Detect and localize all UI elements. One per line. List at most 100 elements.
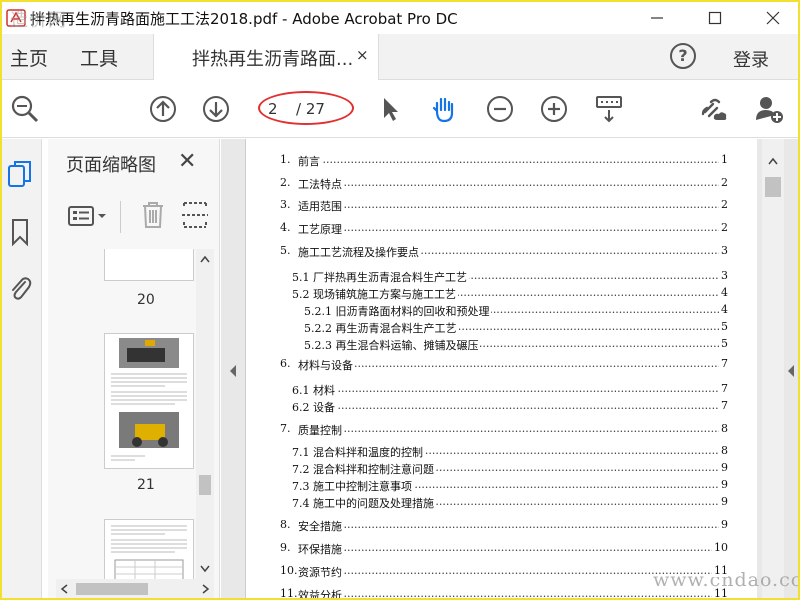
- toc-entry[interactable]: 1.......................................…: [246, 153, 757, 173]
- toc-entry-page: 7: [719, 399, 728, 412]
- document-tab[interactable]: 拌热再生沥青路面... ×: [153, 34, 379, 80]
- toc-entry[interactable]: 3.......................................…: [246, 198, 757, 218]
- scroll-thumb[interactable]: [199, 475, 211, 495]
- help-icon[interactable]: ?: [670, 43, 696, 69]
- toc-entry-title: 7.4 施工中的问题及处理措施: [292, 495, 436, 511]
- scroll-down-icon[interactable]: [200, 565, 210, 573]
- collapse-left-panel-icon[interactable]: [229, 364, 237, 378]
- toc-entry-page: 8: [719, 422, 728, 435]
- toc-entry-title: 5.2 现场铺筑施工方案与施工工艺: [292, 286, 458, 302]
- share-link-icon[interactable]: [699, 94, 729, 124]
- document-page: 1.......................................…: [245, 139, 757, 600]
- keyboard-scroll-icon[interactable]: [594, 94, 624, 124]
- previous-page-icon[interactable]: [148, 94, 178, 124]
- thumbnail-options-icon[interactable]: [68, 205, 112, 227]
- zoom-search-icon[interactable]: [10, 94, 40, 124]
- toc-entry-title: 安全措施: [298, 518, 344, 534]
- toc-entry-title: 7.2 混合料拌和控制注意问题: [292, 461, 436, 477]
- toc-entry-page: 4: [719, 303, 728, 316]
- toc-entry-title: 5.2.3 再生混合料运输、摊铺及碾压: [304, 337, 481, 353]
- thumbnail-page[interactable]: [104, 333, 194, 469]
- toc-entry[interactable]: ........................................…: [246, 337, 757, 357]
- toc-leader-dots: ........................................…: [298, 357, 722, 370]
- bookmark-icon[interactable]: [7, 217, 33, 247]
- close-window-button[interactable]: [750, 2, 796, 34]
- scroll-left-icon[interactable]: [60, 584, 68, 594]
- scroll-up-icon[interactable]: [200, 255, 210, 263]
- toc-entry[interactable]: ........................................…: [246, 495, 757, 515]
- page-extract-icon[interactable]: [182, 201, 208, 229]
- toc-entry-title: 前言: [298, 153, 322, 169]
- toc-entry-page: 2: [719, 198, 728, 211]
- scroll-thumb[interactable]: [76, 583, 148, 595]
- toc-entry-page: 9: [719, 495, 728, 508]
- toc-leader-dots: ........................................…: [298, 518, 722, 531]
- toc-entry-number: 7.: [280, 422, 291, 435]
- delete-page-icon[interactable]: [141, 201, 165, 229]
- toc-entry-title: 5.2.1 旧沥青路面材料的回收和预处理: [304, 303, 492, 319]
- thumbnail-scrollbar-vertical[interactable]: [196, 249, 214, 579]
- panel-title: 页面缩略图: [66, 155, 156, 176]
- attachment-icon[interactable]: [7, 272, 33, 302]
- toc-entry-number: 10.: [280, 564, 298, 577]
- panel-close-icon[interactable]: ✕: [178, 149, 196, 174]
- thumbnail-page[interactable]: [104, 519, 194, 579]
- toc-entry-number: 9.: [280, 541, 291, 554]
- hand-tool-icon[interactable]: [429, 94, 459, 124]
- login-button[interactable]: 登录: [733, 46, 769, 72]
- toc-entry[interactable]: 8.......................................…: [246, 518, 757, 538]
- toc-entry-title: 环保措施: [298, 541, 344, 557]
- app-window: 拌热再生沥青路面施工工法2018.pdf - Adobe Acrobat Pro…: [0, 0, 800, 600]
- toc-entry[interactable]: 7.......................................…: [246, 422, 757, 442]
- toc-entry-number: 4.: [280, 221, 291, 234]
- toc-leader-dots: ........................................…: [292, 382, 722, 395]
- toc-entry[interactable]: 11......................................…: [246, 587, 757, 600]
- document-scrollbar[interactable]: [762, 139, 784, 598]
- toc-entry-number: 1.: [280, 153, 291, 166]
- toc-entry[interactable]: 4.......................................…: [246, 221, 757, 241]
- highlight-ellipse: [258, 91, 354, 125]
- thumbnails-panel: 页面缩略图 ✕ 20 21: [48, 139, 220, 598]
- toc-entry[interactable]: 2.......................................…: [246, 176, 757, 196]
- thumbnail-list: 20 21: [48, 249, 196, 579]
- page-thumbnails-icon[interactable]: [7, 159, 33, 189]
- scroll-right-icon[interactable]: [202, 584, 210, 594]
- toc-entry-number: 2.: [280, 176, 291, 189]
- scroll-up-icon[interactable]: [768, 157, 778, 165]
- toc-entry[interactable]: 6.......................................…: [246, 357, 757, 377]
- toc-entry-number: 3.: [280, 198, 291, 211]
- toc-entry-page: 9: [719, 461, 728, 474]
- thumbnail-page-preview: [111, 525, 187, 579]
- toc-entry-title: 5.2.2 再生沥青混合料生产工艺: [304, 320, 459, 336]
- expand-right-panel-icon[interactable]: [787, 364, 795, 378]
- zoom-in-icon[interactable]: [539, 94, 569, 124]
- maximize-button[interactable]: [692, 2, 738, 34]
- next-page-icon[interactable]: [201, 94, 231, 124]
- toc-leader-dots: ........................................…: [298, 564, 722, 577]
- thumbnail-page[interactable]: [104, 249, 194, 281]
- zoom-out-icon[interactable]: [485, 94, 515, 124]
- document-view: 1.......................................…: [221, 139, 798, 600]
- menu-bar: 主页 工具 拌热再生沥青路面... × ? 登录: [2, 34, 798, 80]
- document-tab-close-icon[interactable]: ×: [356, 46, 369, 64]
- tools-tab[interactable]: 工具: [80, 44, 118, 71]
- select-cursor-icon[interactable]: [375, 94, 405, 124]
- thumbnail-scrollbar-horizontal[interactable]: [56, 579, 214, 598]
- toc-entry[interactable]: 9.......................................…: [246, 541, 757, 561]
- scroll-thumb[interactable]: [765, 177, 781, 197]
- toc-leader-dots: ........................................…: [298, 153, 722, 166]
- toc-leader-dots: ........................................…: [292, 399, 722, 412]
- title-bar: 拌热再生沥青路面施工工法2018.pdf - Adobe Acrobat Pro…: [2, 2, 798, 34]
- toc-entry-page: 11: [712, 587, 728, 600]
- minimize-button[interactable]: [634, 2, 680, 34]
- toc-entry-title: 6.1 材料: [292, 382, 337, 398]
- toc-entry-number: 11.: [280, 587, 298, 600]
- toc-entry-title: 质量控制: [298, 422, 344, 438]
- toc-entry[interactable]: ........................................…: [246, 399, 757, 419]
- toc-entry[interactable]: 5.......................................…: [246, 244, 757, 264]
- add-user-icon[interactable]: [754, 94, 784, 124]
- home-tab[interactable]: 主页: [10, 44, 48, 71]
- toc-entry-title: 资源节约: [298, 564, 344, 580]
- toc-entry-number: 5.: [280, 244, 291, 257]
- toc-entry-page: 1: [719, 153, 728, 166]
